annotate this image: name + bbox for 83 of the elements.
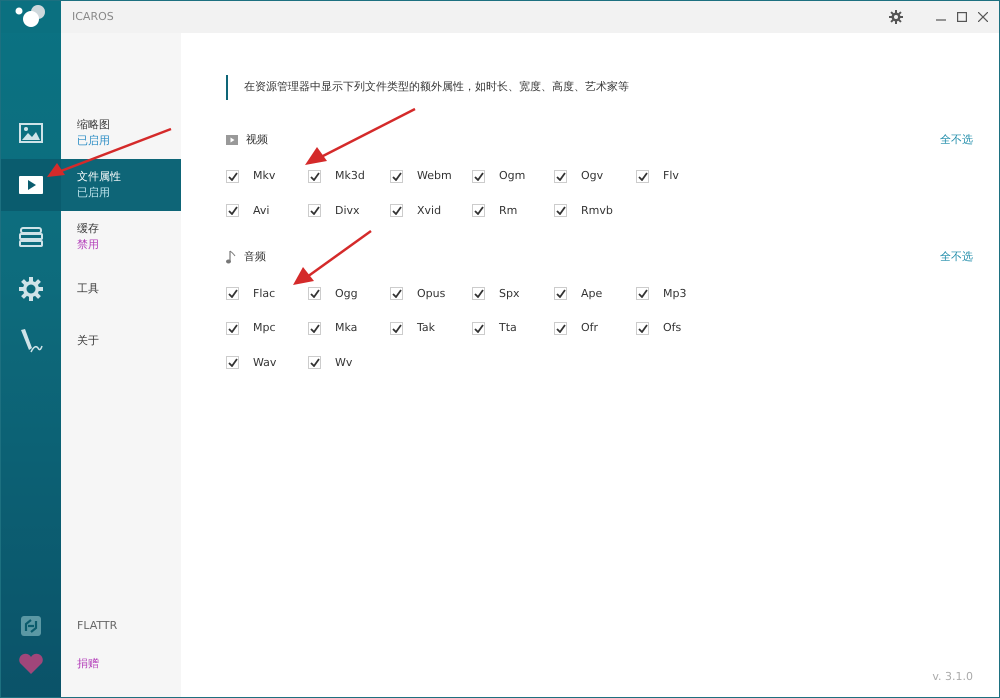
version-text: v. 3.1.0	[931, 668, 973, 684]
checkbox[interactable]: Ogm	[472, 168, 554, 184]
checkbox[interactable]: Tta	[472, 320, 554, 336]
checkbox-icon[interactable]	[308, 356, 321, 370]
maximize-icon[interactable]	[957, 12, 967, 22]
checkbox[interactable]: Wav	[226, 354, 308, 371]
checkbox-icon[interactable]	[226, 170, 239, 183]
checkbox-icon[interactable]	[308, 287, 321, 300]
checkbox[interactable]: Mp3	[636, 286, 718, 302]
settings-icon[interactable]	[889, 10, 903, 24]
checkbox[interactable]: Ogv	[554, 168, 636, 184]
nav-item[interactable]: 缩略图 已启用	[61, 107, 181, 159]
checkbox[interactable]: Flv	[636, 168, 718, 184]
checkbox-icon[interactable]	[390, 170, 403, 183]
deselect-all-link[interactable]: 全不选	[940, 249, 973, 266]
checkbox[interactable]: Mkv	[226, 168, 308, 184]
checkbox[interactable]: Divx	[308, 202, 390, 219]
checkbox-icon[interactable]	[390, 204, 403, 218]
checkbox-icon[interactable]	[472, 322, 485, 335]
checkbox-icon[interactable]	[636, 287, 649, 300]
nav-status: 已启用	[77, 185, 111, 201]
nav-label: 关于	[77, 332, 100, 349]
stack-icon[interactable]	[19, 226, 43, 248]
section-title: 音频	[244, 249, 266, 265]
checkbox-icon[interactable]	[554, 322, 567, 335]
nav-item[interactable]: 关于	[61, 315, 181, 367]
nav-label: 缩略图	[77, 116, 111, 132]
checkbox[interactable]: Rm	[472, 202, 554, 219]
checkbox-icon[interactable]	[226, 287, 239, 300]
checkbox-icon[interactable]	[554, 287, 567, 300]
checkbox[interactable]: Wv	[308, 354, 390, 371]
nav-status: 禁用	[77, 237, 100, 253]
checkbox-icon[interactable]	[390, 287, 403, 300]
pen-icon[interactable]	[19, 328, 43, 354]
checkbox-icon[interactable]	[308, 204, 321, 218]
checkbox[interactable]: Mpc	[226, 320, 308, 336]
checkbox-icon[interactable]	[308, 322, 321, 335]
checkbox[interactable]: Mk3d	[308, 168, 390, 184]
nav-label: FLATTR	[77, 618, 118, 634]
nav-item[interactable]: 工具	[61, 263, 181, 315]
checkbox[interactable]: Xvid	[390, 202, 472, 219]
video-icon	[226, 134, 238, 145]
checkbox[interactable]: Opus	[390, 286, 472, 302]
nav-label: 缓存	[77, 220, 100, 236]
checkbox-icon[interactable]	[472, 170, 485, 183]
nav-item[interactable]: 缓存 禁用	[61, 211, 181, 263]
checkbox[interactable]: Ogg	[308, 286, 390, 302]
description-text: 在资源管理器中显示下列文件类型的额外属性，如时长、宽度、高度、艺术家等	[226, 75, 973, 100]
nav-label: 文件属性	[77, 168, 122, 184]
checkbox[interactable]: Ofs	[636, 320, 718, 336]
window-title: ICAROS	[72, 8, 114, 25]
checkbox-icon[interactable]	[554, 204, 567, 218]
checkbox-icon[interactable]	[226, 204, 239, 218]
play-icon[interactable]	[19, 176, 43, 194]
checkbox-icon[interactable]	[472, 204, 485, 218]
checkbox[interactable]: Ape	[554, 286, 636, 302]
checkbox[interactable]: Flac	[226, 286, 308, 302]
checkbox[interactable]: Mka	[308, 320, 390, 336]
checkbox-icon[interactable]	[554, 170, 567, 183]
checkbox-icon[interactable]	[308, 170, 321, 183]
nav-item[interactable]: 捐赠	[61, 645, 181, 683]
checkbox[interactable]: Avi	[226, 202, 308, 219]
checkbox-icon[interactable]	[636, 322, 649, 335]
nav-label: 捐赠	[77, 656, 100, 672]
checkbox-icon[interactable]	[390, 322, 403, 335]
checkbox-icon[interactable]	[472, 287, 485, 300]
checkbox[interactable]: Rmvb	[554, 202, 636, 219]
checkbox-icon[interactable]	[226, 356, 239, 370]
checkbox[interactable]: Webm	[390, 168, 472, 184]
nav-item[interactable]: FLATTR	[61, 607, 181, 645]
close-icon[interactable]	[978, 12, 988, 22]
checkbox[interactable]: Spx	[472, 286, 554, 302]
nav-label: 工具	[77, 280, 100, 297]
nav-status: 已启用	[77, 133, 111, 149]
picture-icon[interactable]	[19, 123, 43, 143]
checkbox-icon[interactable]	[636, 170, 649, 183]
checkbox[interactable]: Tak	[390, 320, 472, 336]
section-title: 视频	[246, 132, 268, 148]
music-note-icon	[226, 250, 236, 264]
checkbox-icon[interactable]	[226, 322, 239, 335]
nav-item[interactable]: 文件属性 已启用	[61, 159, 181, 211]
deselect-all-link[interactable]: 全不选	[940, 132, 973, 148]
checkbox[interactable]: Ofr	[554, 320, 636, 336]
